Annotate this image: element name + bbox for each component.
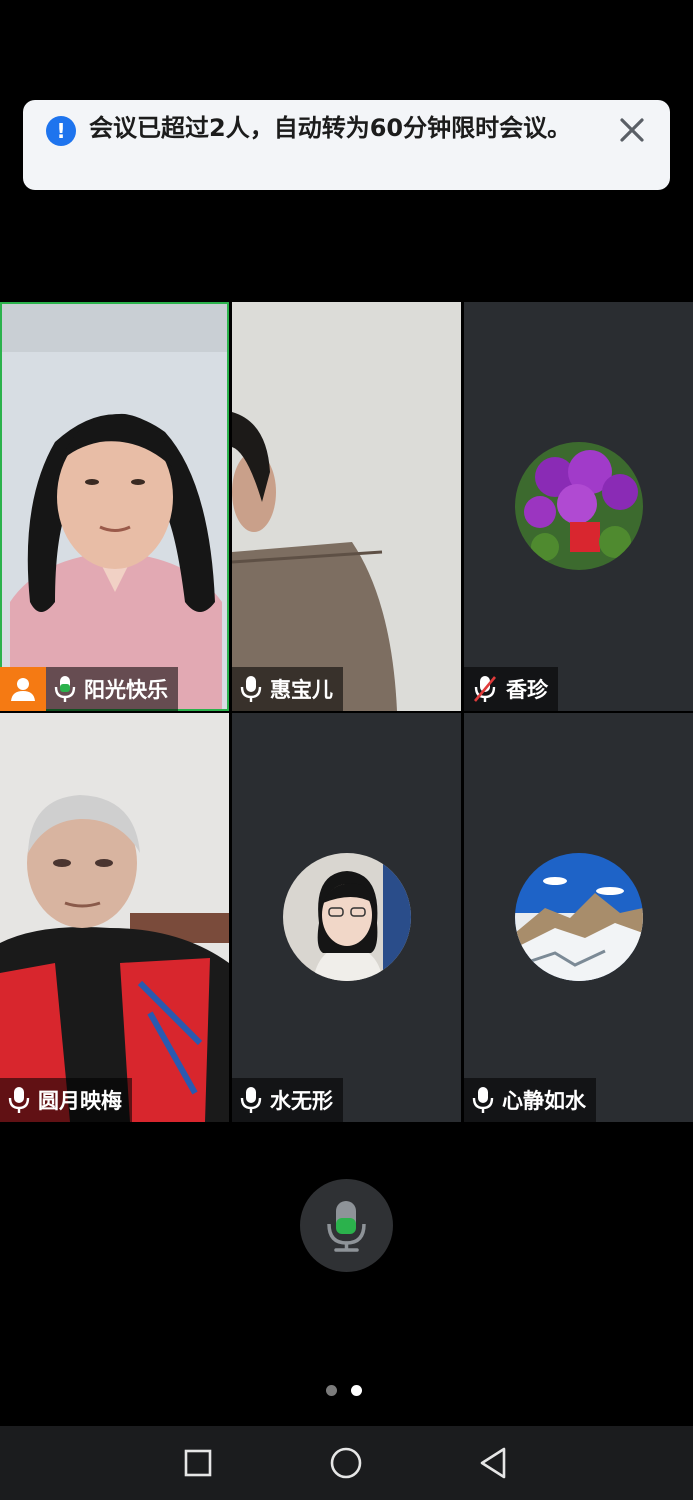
video-feed [232,302,461,711]
participant-name: 水无形 [270,1089,333,1113]
participant-label: 阳光快乐 [0,667,178,711]
mic-active-icon [54,676,76,702]
page-dot[interactable] [326,1385,337,1396]
participant-grid: 阳光快乐 惠宝儿 香珍 圆月映梅 水无形 心静如水 [0,302,693,1122]
participant-tile[interactable]: 水无形 [232,713,461,1122]
participant-label: 香珍 [464,667,558,711]
participant-tile[interactable]: 惠宝儿 [232,302,461,711]
avatar [515,442,643,570]
avatar [515,853,643,981]
participant-name: 阳光快乐 [84,678,168,702]
participant-label: 水无形 [232,1078,343,1122]
info-icon: ! [46,116,76,146]
close-icon[interactable] [616,114,648,146]
mic-icon [472,1087,494,1113]
mic-icon [8,1087,30,1113]
microphone-icon [327,1201,366,1252]
back-icon[interactable] [474,1443,514,1483]
participant-name: 惠宝儿 [270,678,333,702]
participant-label: 惠宝儿 [232,667,343,711]
notification-message: 会议已超过2人，自动转为60分钟限时会议。 [89,114,572,142]
participant-name: 圆月映梅 [38,1089,122,1113]
page-indicator[interactable] [326,1385,362,1396]
notification-banner: ! 会议已超过2人，自动转为60分钟限时会议。 [23,100,670,190]
participant-label: 心静如水 [464,1078,596,1122]
microphone-button[interactable] [300,1179,393,1272]
participant-tile[interactable]: 香珍 [464,302,693,711]
page-dot-active[interactable] [351,1385,362,1396]
mic-icon [240,676,262,702]
participant-label: 圆月映梅 [0,1078,132,1122]
participant-tile[interactable]: 心静如水 [464,713,693,1122]
participant-tile[interactable]: 圆月映梅 [0,713,229,1122]
system-navigation-bar [0,1426,693,1500]
mic-muted-icon [474,676,496,702]
video-feed [0,713,229,1122]
video-feed [0,302,229,711]
participant-name: 香珍 [506,678,548,702]
mic-icon [240,1087,262,1113]
participant-name: 心静如水 [502,1089,586,1113]
avatar [283,853,411,981]
recent-apps-icon[interactable] [178,1443,218,1483]
home-icon[interactable] [326,1443,366,1483]
participant-tile[interactable]: 阳光快乐 [0,302,229,711]
host-icon [0,667,46,711]
